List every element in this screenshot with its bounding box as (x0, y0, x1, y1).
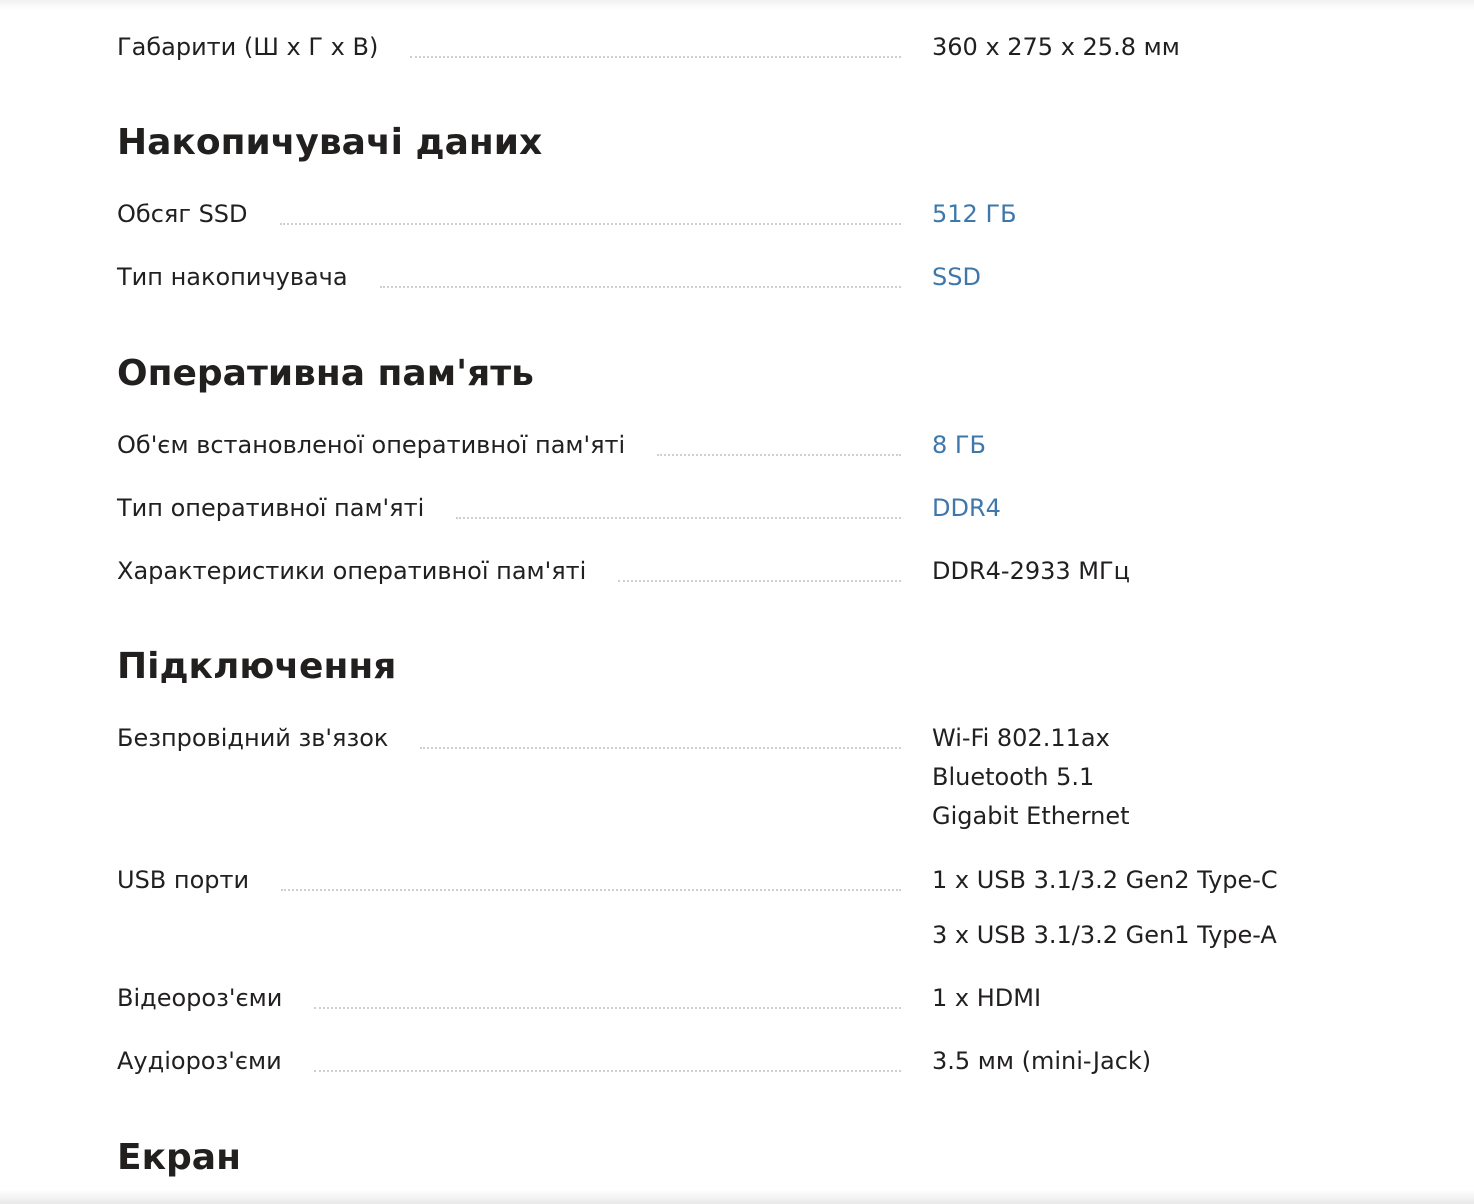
spec-value-link[interactable]: SSD (932, 262, 981, 292)
spec-value: 360 x 275 x 25.8 мм (932, 33, 1180, 61)
dotted-leader (379, 286, 901, 288)
spec-label: Тип накопичувача (117, 262, 380, 292)
dotted-leader (618, 580, 901, 582)
dotted-leader (279, 223, 901, 225)
spec-value-link[interactable]: DDR4 (932, 493, 1001, 523)
spec-label: USB порти (117, 865, 282, 895)
section-title-connectivity: Підключення (117, 646, 397, 687)
dotted-leader (420, 747, 901, 749)
top-shadow (0, 0, 1474, 10)
spec-label: Тип оперативної пам'яті (117, 493, 457, 523)
bottom-shadow (0, 1190, 1474, 1204)
dotted-leader (281, 889, 901, 891)
spec-value: DDR4-2933 МГц (932, 557, 1130, 585)
spec-value-line: 1 x USB 3.1/3.2 Gen2 Type-C (932, 866, 1278, 894)
section-title-memory: Оперативна пам'ять (117, 353, 534, 394)
spec-value-line: Bluetooth 5.1 (932, 763, 1095, 791)
spec-label: Відеороз'єми (117, 983, 315, 1013)
dotted-leader (410, 56, 901, 58)
spec-value-link[interactable]: 8 ГБ (932, 430, 986, 460)
spec-label: Обсяг SSD (117, 199, 280, 229)
spec-label: Безпровідний зв'язок (117, 723, 421, 753)
spec-label: Об'єм встановленої оперативної пам'яті (117, 430, 658, 460)
spec-value-link[interactable]: 512 ГБ (932, 199, 1017, 229)
section-title-screen: Екран (117, 1137, 241, 1178)
dotted-leader (313, 1070, 901, 1072)
spec-label: Аудіороз'єми (117, 1046, 314, 1076)
spec-value-line: 3 x USB 3.1/3.2 Gen1 Type-A (932, 921, 1277, 949)
spec-value-line: Gigabit Ethernet (932, 802, 1130, 830)
dotted-leader (456, 517, 901, 519)
dotted-leader (657, 454, 901, 456)
spec-value: 3.5 мм (mini-Jack) (932, 1047, 1152, 1075)
dotted-leader (314, 1007, 901, 1009)
spec-value: 1 x HDMI (932, 984, 1042, 1012)
section-title-storage: Накопичувачі даних (117, 122, 543, 163)
spec-label: Характеристики оперативної пам'яті (117, 556, 619, 586)
spec-label: Габарити (Ш х Г х В) (117, 32, 411, 62)
spec-value-list: 1 x USB 3.1/3.2 Gen2 Type-C 3 x USB 3.1/… (932, 865, 1278, 950)
spec-value-line: Wi-Fi 802.11ax (932, 724, 1110, 752)
spec-value-list: Wi-Fi 802.11ax Bluetooth 5.1 Gigabit Eth… (932, 719, 1130, 836)
